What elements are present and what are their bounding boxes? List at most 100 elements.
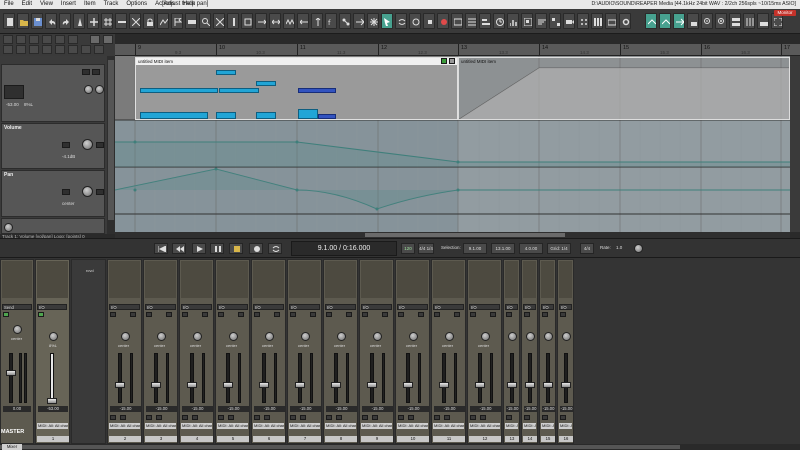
strip-io[interactable]: I/O (109, 304, 140, 310)
strip-mute-button[interactable] (146, 415, 152, 420)
strip-pan-knob[interactable] (544, 332, 553, 341)
master-db-display[interactable]: 0.00 (3, 406, 31, 412)
marker-icon[interactable] (171, 13, 183, 29)
strip-1-mono-button[interactable] (38, 312, 44, 317)
split-icon[interactable] (227, 13, 239, 29)
strip-fader-track[interactable] (154, 353, 158, 403)
strip-1-pan-knob[interactable] (49, 332, 58, 341)
record-button[interactable] (249, 243, 263, 254)
strip-pan-knob[interactable] (508, 332, 517, 341)
strip-db-display[interactable]: -15.00 (362, 406, 393, 412)
strip-fx-area[interactable] (109, 261, 140, 298)
strip-pan-knob[interactable] (337, 332, 346, 341)
selection-length[interactable]: 4.0.00 (519, 243, 543, 254)
strip-name[interactable]: MIDI: All: All chann (523, 423, 536, 429)
view-mixer-icon[interactable] (743, 13, 755, 29)
strip-fx-area[interactable] (217, 261, 248, 298)
strip-pan-knob[interactable] (409, 332, 418, 341)
strip-fader-cap[interactable] (525, 382, 535, 388)
rate-knob[interactable] (634, 244, 643, 253)
stretch-icon[interactable] (269, 13, 281, 29)
master-pan-knob[interactable] (13, 325, 22, 334)
arrange-vertical-scrollbar[interactable] (790, 56, 800, 232)
track-2-knob[interactable] (4, 223, 13, 232)
strip-io[interactable]: I/O (523, 304, 536, 310)
strip-fader-track[interactable] (226, 353, 230, 403)
menu-item[interactable]: Item (80, 0, 100, 9)
strip-mute-button[interactable] (506, 415, 512, 420)
strip-1-db-display[interactable]: -53.00 (38, 406, 68, 412)
strip-fader-cap[interactable] (507, 382, 517, 388)
midi-item-2[interactable]: untitled MIDI item (458, 57, 790, 120)
strip-fader-cap[interactable] (115, 382, 125, 388)
strip-io[interactable]: I/O (361, 304, 392, 310)
mixer-tab-button[interactable]: Mixer (2, 444, 22, 450)
volume-arm-button[interactable] (62, 142, 70, 148)
midi-note[interactable] (140, 88, 218, 93)
strip-fx-area[interactable] (433, 261, 464, 298)
strip-fader-cap[interactable] (259, 382, 269, 388)
strip-db-display[interactable]: -15.00 (254, 406, 285, 412)
strip-db-display[interactable]: -15.00 (524, 406, 537, 412)
item-properties-icon[interactable] (68, 35, 78, 44)
pan-lane-header[interactable]: Pan center (1, 170, 105, 217)
strip-1-io[interactable]: I/O (37, 304, 67, 310)
arrange-view[interactable]: untitled MIDI item untitled MIDI item (115, 56, 790, 232)
grid-display[interactable]: Grid: 1/4 (547, 243, 571, 254)
menu-view[interactable]: View (36, 0, 57, 9)
midi-note[interactable] (256, 112, 276, 119)
strip-fader-cap[interactable] (331, 382, 341, 388)
selection-end[interactable]: 13.1.00 (491, 243, 515, 254)
strip-solo-button[interactable] (480, 415, 486, 420)
mixer-strip[interactable]: I/O center -15.00 MIDI: All: All chann 3 (143, 259, 178, 444)
mixer-strip[interactable]: I/O center -15.00 MIDI: All: All chann 2 (107, 259, 142, 444)
midi-note[interactable] (216, 70, 236, 75)
strip-pan-knob[interactable] (373, 332, 382, 341)
volume-lane-knob[interactable] (82, 139, 93, 150)
strip-phase-button[interactable] (434, 312, 440, 317)
strip-fader-track[interactable] (334, 353, 338, 403)
strip-db-display[interactable]: -15.00 (110, 406, 141, 412)
tcp-scroll-thumb[interactable] (108, 60, 114, 220)
strip-fader-track[interactable] (406, 353, 410, 403)
strip-solo-button[interactable] (444, 415, 450, 420)
strip-db-display[interactable]: -15.00 (434, 406, 465, 412)
strip-rec-arm-button[interactable] (130, 312, 136, 317)
strip-rec-arm-button[interactable] (454, 312, 460, 317)
time-display[interactable]: 9.1.00 / 0:16.000 (291, 241, 397, 256)
strip-fx-area[interactable] (559, 261, 572, 298)
strip-fader-track[interactable] (262, 353, 266, 403)
strip-mute-button[interactable] (218, 415, 224, 420)
strip-fader-cap[interactable] (223, 382, 233, 388)
ripple-edit-icon[interactable] (115, 13, 127, 29)
strip-mute-button[interactable] (110, 415, 116, 420)
strip-mute-button[interactable] (470, 415, 476, 420)
strip-fader-cap[interactable] (367, 382, 377, 388)
strip-fader-track[interactable] (298, 353, 302, 403)
strip-solo-button[interactable] (120, 415, 126, 420)
bpm-display[interactable]: 120 (401, 243, 415, 254)
mixer-scrollbar[interactable] (0, 444, 800, 450)
strip-io[interactable]: I/O (325, 304, 356, 310)
midi-note[interactable] (298, 88, 336, 93)
strip-solo-button[interactable] (408, 415, 414, 420)
mixer-strip[interactable]: I/O center -15.00 MIDI: All: All chann 8 (323, 259, 358, 444)
strip-name[interactable]: MIDI: All: All chann (145, 423, 176, 429)
midi-note[interactable] (140, 112, 208, 119)
undo-icon[interactable] (45, 13, 57, 29)
track-grouping-icon[interactable] (94, 45, 104, 54)
track-1-header[interactable]: I/O -53.00 8%L (1, 64, 105, 122)
auto-scroll-icon[interactable] (673, 13, 685, 29)
mixer-strip[interactable]: I/O center -15.00 MIDI: All: All chann 6 (251, 259, 286, 444)
strip-fader-cap[interactable] (403, 382, 413, 388)
region-manager-icon[interactable] (479, 13, 491, 29)
strip-pan-knob[interactable] (157, 332, 166, 341)
midi-note[interactable] (318, 114, 336, 119)
strip-mute-button[interactable] (254, 415, 260, 420)
strip-phase-button[interactable] (218, 312, 224, 317)
strip-phase-button[interactable] (290, 312, 296, 317)
undo-history-icon[interactable] (535, 13, 547, 29)
locking-icon[interactable] (687, 13, 699, 29)
strip-name[interactable]: MIDI: All: All chann (181, 423, 212, 429)
normalize-icon[interactable] (283, 13, 295, 29)
